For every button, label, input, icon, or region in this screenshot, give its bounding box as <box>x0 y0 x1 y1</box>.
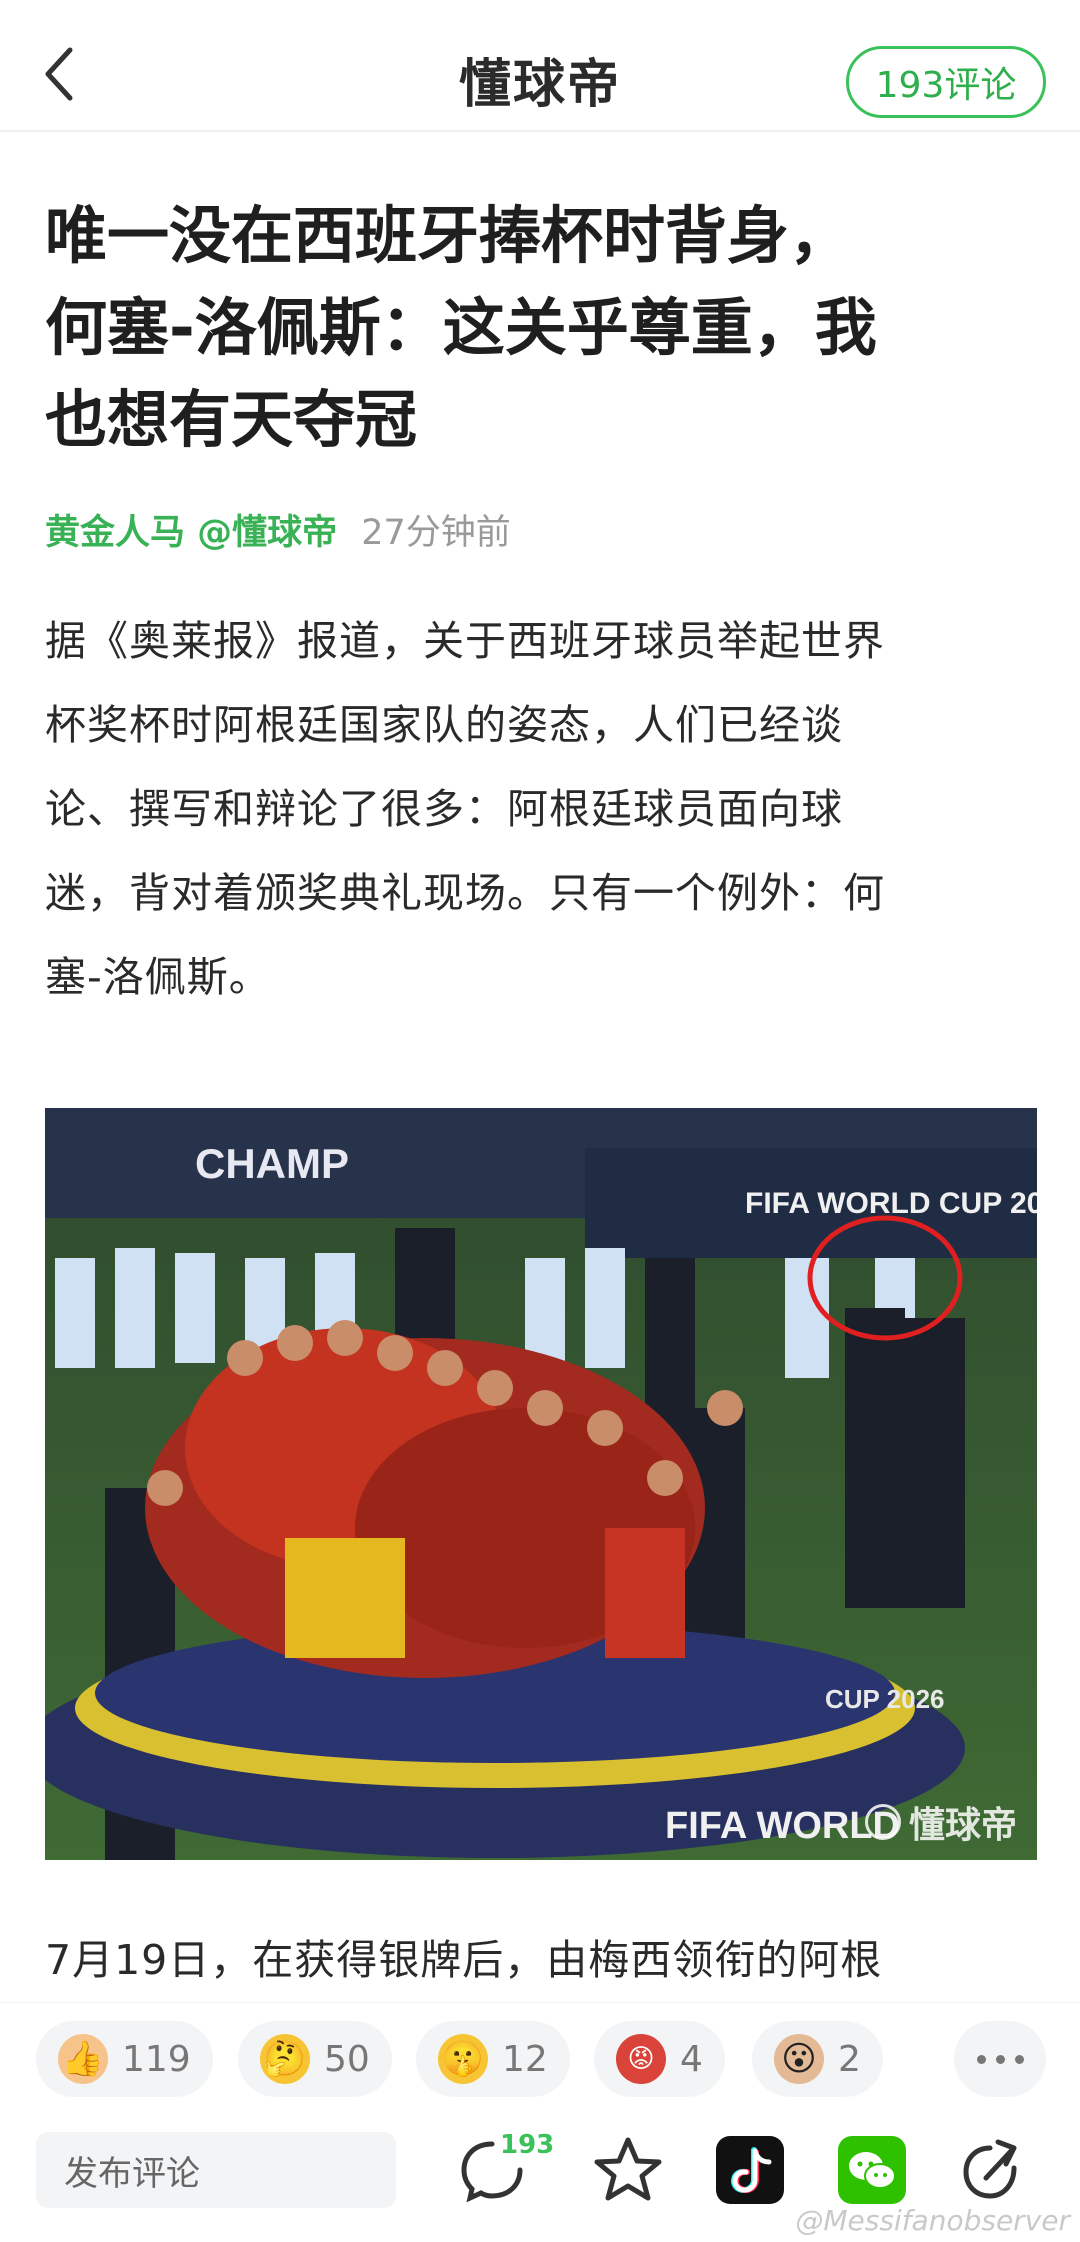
paragraph-line: 塞-洛佩斯。 <box>45 953 271 1001</box>
more-reactions-button[interactable] <box>954 2021 1046 2097</box>
dot <box>976 2054 986 2064</box>
dot <box>1014 2054 1024 2064</box>
celebration-photo-illustration: CHAMP FIFA WORLD CUP 2026 <box>45 1108 1037 1860</box>
reaction-thumbs-up[interactable]: 👍 119 <box>36 2021 213 2097</box>
reaction-smirk[interactable]: 🤔 50 <box>238 2021 392 2097</box>
watermark-text: 懂球帝 <box>908 1805 1017 1846</box>
paragraph-line: 杯奖杯时阿根廷国家队的姿态，人们已经谈 <box>45 701 843 749</box>
article-photo[interactable]: CHAMP FIFA WORLD CUP 2026 <box>45 1108 1037 1860</box>
comments-button[interactable]: 193评论 <box>846 46 1046 118</box>
photo-text: CHAMP <box>195 1140 349 1187</box>
football-icon <box>864 1804 901 1840</box>
photo-text: FIFA WORLD CUP 2026 <box>745 1187 1037 1220</box>
paragraph-line: 据《奥莱报》报道，关于西班牙球员举起世界 <box>45 617 885 665</box>
author-link[interactable]: 黄金人马 @懂球帝 <box>45 504 337 555</box>
article-meta: 黄金人马 @懂球帝 27分钟前 <box>45 504 1035 555</box>
reaction-red-face[interactable]: 😡 4 <box>594 2021 725 2097</box>
publish-time: 27分钟前 <box>361 513 511 553</box>
reaction-count: 2 <box>838 2038 861 2080</box>
bald-avatar-icon: 😮 <box>774 2034 824 2084</box>
comment-input[interactable]: 发布评论 <box>36 2132 396 2208</box>
photo-watermark: 懂球帝 <box>864 1796 1017 1848</box>
reaction-count: 119 <box>122 2038 191 2080</box>
paragraph-line: 论、撰写和辩论了很多：阿根廷球员面向球 <box>45 785 843 833</box>
bottom-bar: 发布评论 193 @Messifanobserver <box>0 2112 1080 2242</box>
thumbs-up-icon: 👍 <box>58 2034 108 2084</box>
weibo-watermark: @Messifanobserver <box>795 2204 1070 2237</box>
dot <box>995 2054 1005 2064</box>
article: 唯一没在西班牙捧杯时背身， 何塞-洛佩斯：这关乎尊重，我 也想有天夺冠 黄金人马… <box>45 190 1035 1019</box>
reaction-bar: 👍 119 🤔 50 🤫 12 😡 4 😮 2 <box>0 2002 1080 2112</box>
article-paragraph-continued: 7月19日，在获得银牌后，由梅西领衔的阿根 <box>45 1936 883 1984</box>
star-favorite-icon[interactable] <box>592 2134 664 2206</box>
red-face-avatar-icon: 😡 <box>616 2034 666 2084</box>
paragraph-line: 迷，背对着颁奖典礼现场。只有一个例外：何 <box>45 869 885 917</box>
title-line: 也想有天夺冠 <box>45 383 418 456</box>
share-arrow-icon[interactable] <box>956 2134 1028 2206</box>
reaction-count: 4 <box>680 2038 703 2080</box>
title-line: 唯一没在西班牙捧杯时背身， <box>45 199 852 272</box>
photo-text: CUP 2026 <box>825 1684 945 1714</box>
reaction-count: 12 <box>502 2038 548 2080</box>
reaction-shush[interactable]: 🤫 12 <box>416 2021 570 2097</box>
title-line: 何塞-洛佩斯：这关乎尊重，我 <box>45 291 877 364</box>
smirk-emoji-icon: 🤔 <box>260 2034 310 2084</box>
reaction-bald[interactable]: 😮 2 <box>752 2021 883 2097</box>
reaction-count: 50 <box>324 2038 370 2080</box>
shush-emoji-icon: 🤫 <box>438 2034 488 2084</box>
article-paragraph: 据《奥莱报》报道，关于西班牙球员举起世界 杯奖杯时阿根廷国家队的姿态，人们已经谈… <box>45 599 1035 1019</box>
wechat-share-icon[interactable] <box>836 2134 908 2206</box>
comment-count-badge: 193 <box>500 2130 555 2160</box>
top-bar: 懂球帝 193评论 <box>0 0 1080 132</box>
tiktok-share-icon[interactable] <box>714 2134 786 2206</box>
article-title: 唯一没在西班牙捧杯时背身， 何塞-洛佩斯：这关乎尊重，我 也想有天夺冠 <box>45 190 1035 466</box>
